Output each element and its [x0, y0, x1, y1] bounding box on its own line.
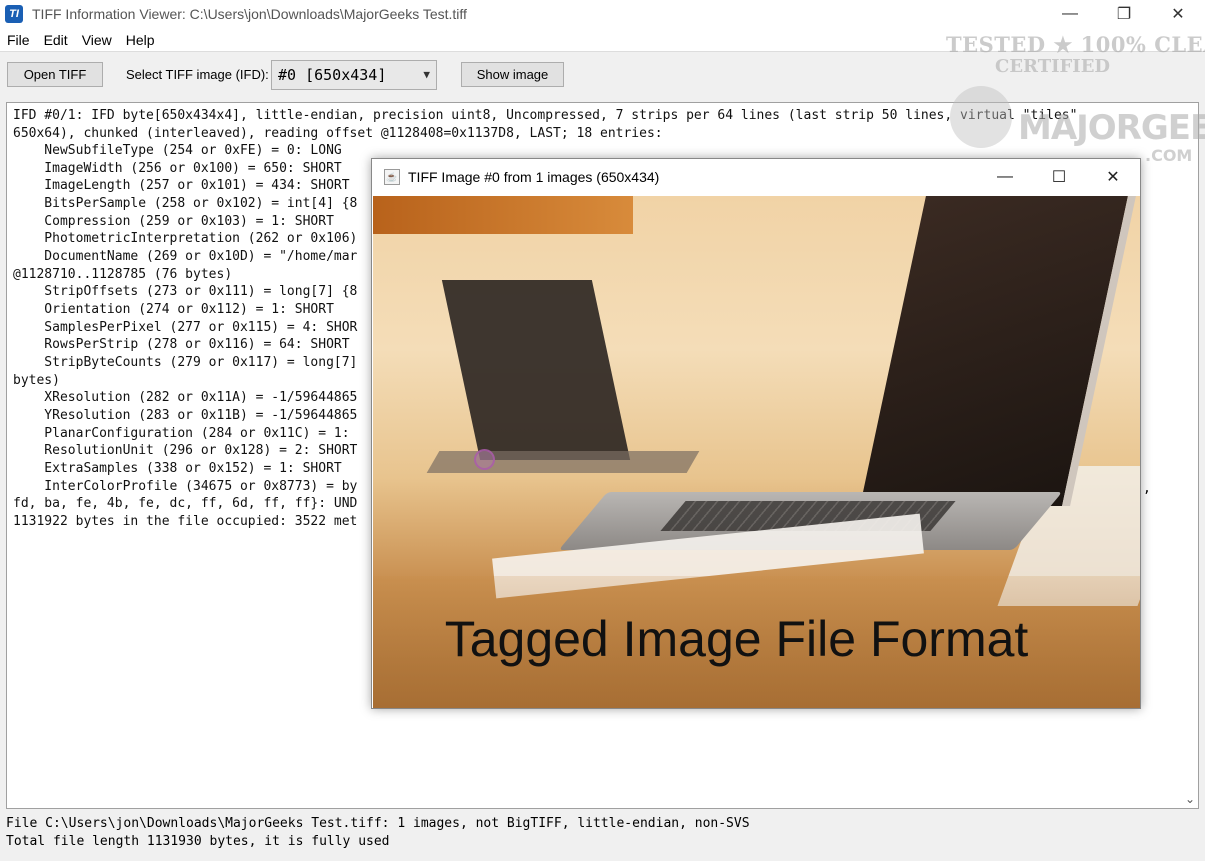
info-line: PhotometricInterpretation (262 or 0x106) [13, 231, 358, 246]
info-line: StripByteCounts (279 or 0x117) = long[7] [13, 355, 358, 370]
java-icon: ☕ [384, 169, 400, 185]
photo-background-laptop [441, 280, 631, 460]
info-line: SamplesPerPixel (277 or 0x115) = 4: SHOR [13, 320, 358, 335]
info-line: @1128710..1128785 (76 bytes) [13, 267, 233, 282]
ifd-select[interactable]: #0 [650x434] ▼ [271, 60, 437, 90]
window-title: TIFF Information Viewer: C:\Users\jon\Do… [32, 6, 467, 22]
tiff-image-window[interactable]: ☕ TIFF Image #0 from 1 images (650x434) … [371, 158, 1141, 709]
title-bar: TI TIFF Information Viewer: C:\Users\jon… [0, 0, 1205, 28]
info-line: ResolutionUnit (296 or 0x128) = 2: SHORT [13, 443, 358, 458]
status-length-line: Total file length 1131930 bytes, it is f… [6, 834, 390, 849]
menu-view[interactable]: View [75, 32, 119, 48]
info-line: DocumentName (269 or 0x10D) = "/home/mar [13, 249, 358, 264]
menu-help[interactable]: Help [119, 32, 162, 48]
image-window-minimize-button[interactable]: — [978, 159, 1032, 195]
show-image-button[interactable]: Show image [461, 62, 564, 87]
info-line: ExtraSamples (338 or 0x152) = 1: SHORT [13, 461, 342, 476]
toolbar: Open TIFF Select TIFF image (IFD): #0 [6… [0, 53, 1205, 99]
status-file-line: File C:\Users\jon\Downloads\MajorGeeks T… [6, 816, 750, 831]
scroll-down-arrow-icon[interactable]: ⌄ [1185, 792, 1195, 806]
info-line: 1131922 bytes in the file occupied: 3522… [13, 514, 358, 529]
chevron-down-icon: ▼ [423, 68, 430, 81]
open-tiff-button[interactable]: Open TIFF [7, 62, 103, 87]
status-area: File C:\Users\jon\Downloads\MajorGeeks T… [0, 812, 1205, 861]
minimize-button[interactable]: — [1043, 0, 1097, 28]
info-line: Orientation (274 or 0x112) = 1: SHORT [13, 302, 334, 317]
app-icon: TI [5, 5, 23, 23]
image-caption: Tagged Image File Format [444, 611, 1029, 667]
image-window-title: TIFF Image #0 from 1 images (650x434) [408, 169, 660, 185]
info-line: PlanarConfiguration (284 or 0x11C) = 1: [13, 426, 350, 441]
info-line: BitsPerSample (258 or 0x102) = int[4] {8 [13, 196, 358, 211]
info-line: InterColorProfile (34675 or 0x8773) = by [13, 479, 358, 494]
info-line: StripOffsets (273 or 0x111) = long[7] {8 [13, 284, 358, 299]
info-line: 650x64), chunked (interleaved), reading … [13, 126, 663, 141]
info-line: ImageWidth (256 or 0x100) = 650: SHORT [13, 161, 342, 176]
mouse-cursor-highlight [474, 449, 495, 470]
info-line: NewSubfileType (254 or 0xFE) = 0: LONG [13, 143, 342, 158]
menu-edit[interactable]: Edit [37, 32, 75, 48]
photo-background-laptop-base [426, 451, 700, 473]
ifd-select-label: Select TIFF image (IFD): [126, 67, 269, 82]
info-line: ImageLength (257 or 0x101) = 434: SHORT [13, 178, 350, 193]
info-line: YResolution (283 or 0x11B) = -1/59644865 [13, 408, 358, 423]
image-window-title-bar[interactable]: ☕ TIFF Image #0 from 1 images (650x434) … [372, 159, 1140, 195]
image-window-maximize-button[interactable]: ☐ [1032, 159, 1086, 195]
info-text-comma: , [1143, 481, 1151, 496]
info-line: bytes) [13, 373, 60, 388]
info-line: RowsPerStrip (278 or 0x116) = 64: SHORT [13, 337, 350, 352]
menu-bar: File Edit View Help [0, 28, 1205, 52]
photo-frame-shape [373, 196, 633, 234]
info-line: fd, ba, fe, 4b, fe, dc, ff, 6d, ff, ff}:… [13, 496, 358, 511]
info-line: Compression (259 or 0x103) = 1: SHORT [13, 214, 334, 229]
info-line: IFD #0/1: IFD byte[650x434x4], little-en… [13, 108, 1078, 123]
close-button[interactable]: ✕ [1151, 0, 1205, 28]
menu-file[interactable]: File [0, 32, 37, 48]
info-line: XResolution (282 or 0x11A) = -1/59644865 [13, 390, 358, 405]
ifd-select-value: #0 [650x434] [278, 66, 387, 84]
photo-laptop-screen [860, 196, 1136, 506]
image-window-close-button[interactable]: ✕ [1086, 159, 1140, 195]
maximize-button[interactable]: ❐ [1097, 0, 1151, 28]
